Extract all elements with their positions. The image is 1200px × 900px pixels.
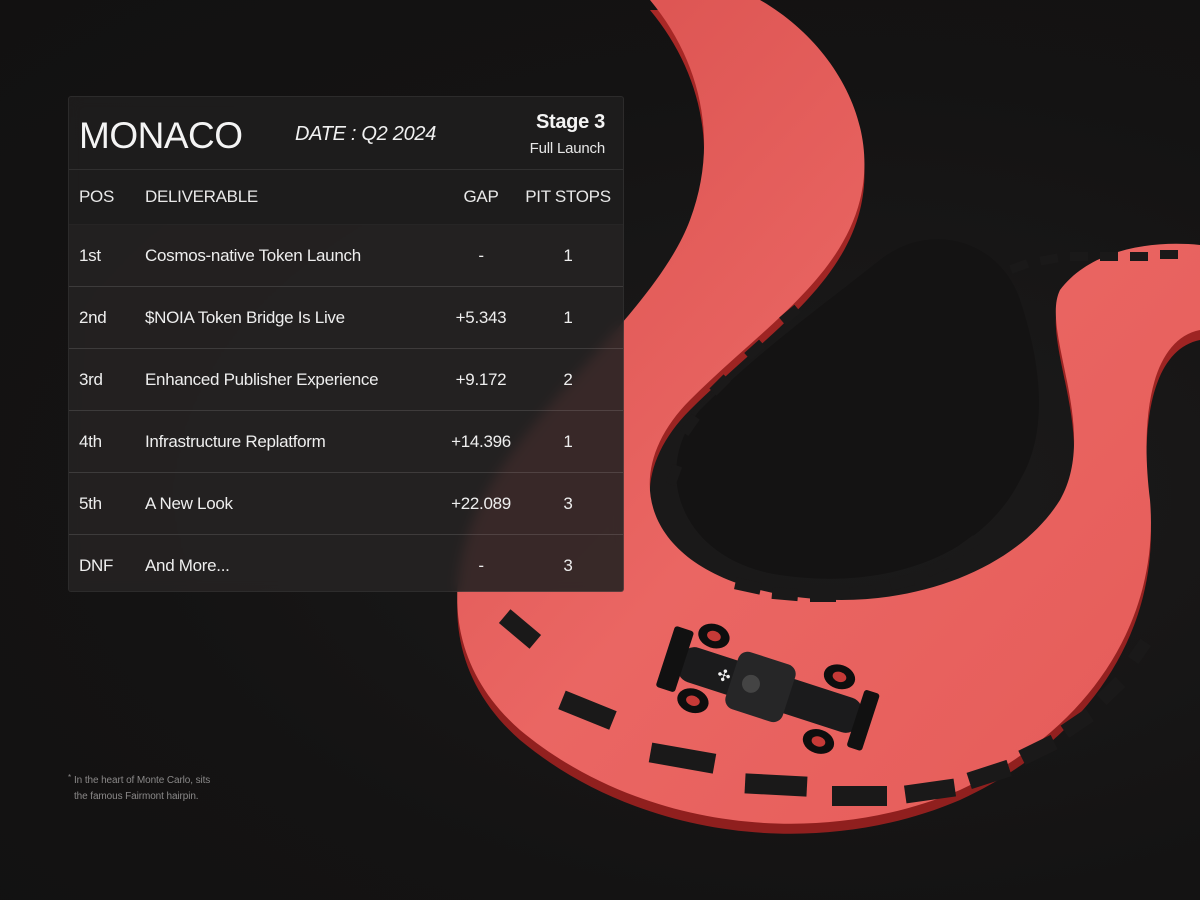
panel-title: MONACO: [79, 115, 243, 156]
table-header-row: POS DELIVERABLE GAP PIT STOPS: [69, 170, 623, 225]
stage-info: Stage 3 Full Launch: [529, 111, 606, 157]
footnote-line-1: In the heart of Monte Carlo, sits: [74, 775, 211, 786]
footnote: * In the heart of Monte Carlo, sits the …: [68, 773, 211, 805]
row-gap-value: +14.396: [451, 431, 511, 451]
row-pos: 2nd: [79, 307, 107, 327]
table-row: DNF And More... - 3: [69, 535, 623, 591]
scene: ✣ MONACO DATE : Q2 2024 Stage 3 Full Lau…: [0, 0, 1200, 900]
row-deliverable: A New Look: [145, 493, 233, 513]
row-pos: 3rd: [79, 369, 103, 389]
stage-subtitle: Full Launch: [529, 140, 606, 157]
row-pit-stops-value: 1: [563, 245, 573, 265]
row-pit-stops-value: 1: [563, 431, 573, 451]
column-header-pit-stops-label: PIT STOPS: [525, 187, 611, 206]
row-gap-value: +9.172: [455, 369, 507, 389]
row-pos: DNF: [79, 555, 114, 575]
table-row: 3rd Enhanced Publisher Experience +9.172…: [69, 349, 623, 411]
panel-header: MONACO DATE : Q2 2024 Stage 3 Full Launc…: [69, 97, 623, 170]
row-deliverable: $NOIA Token Bridge Is Live: [145, 307, 345, 327]
row-deliverable: Cosmos-native Token Launch: [145, 245, 361, 265]
row-pos: 1st: [79, 245, 101, 265]
column-header-pos: POS: [79, 187, 115, 206]
row-gap-value: -: [478, 555, 484, 575]
row-gap-value: -: [478, 245, 484, 265]
row-deliverable: Infrastructure Replatform: [145, 431, 326, 451]
stage-label: Stage 3: [535, 111, 605, 133]
footnote-mark: *: [68, 773, 72, 782]
table-row: 2nd $NOIA Token Bridge Is Live +5.343 1: [69, 287, 623, 349]
row-gap-value: +22.089: [451, 493, 511, 513]
row-deliverable: And More...: [145, 555, 230, 575]
row-pit-stops-value: 3: [563, 555, 573, 575]
standings-panel: MONACO DATE : Q2 2024 Stage 3 Full Launc…: [68, 96, 624, 592]
row-pit-stops-value: 3: [563, 493, 573, 513]
column-header-gap-label: GAP: [463, 187, 499, 206]
row-pos: 4th: [79, 431, 102, 451]
row-gap-value: +5.343: [455, 307, 507, 327]
table-row: 1st Cosmos-native Token Launch - 1: [69, 225, 623, 287]
row-deliverable: Enhanced Publisher Experience: [145, 369, 379, 389]
table-row: 4th Infrastructure Replatform +14.396 1: [69, 411, 623, 473]
table-row: 5th A New Look +22.089 3: [69, 473, 623, 535]
panel-date: DATE : Q2 2024: [295, 123, 437, 145]
column-header-deliverable: DELIVERABLE: [145, 187, 258, 206]
row-pos: 5th: [79, 493, 102, 513]
row-pit-stops-value: 1: [563, 307, 573, 327]
footnote-line-2: the famous Fairmont hairpin.: [74, 791, 199, 802]
row-pit-stops-value: 2: [563, 369, 573, 389]
